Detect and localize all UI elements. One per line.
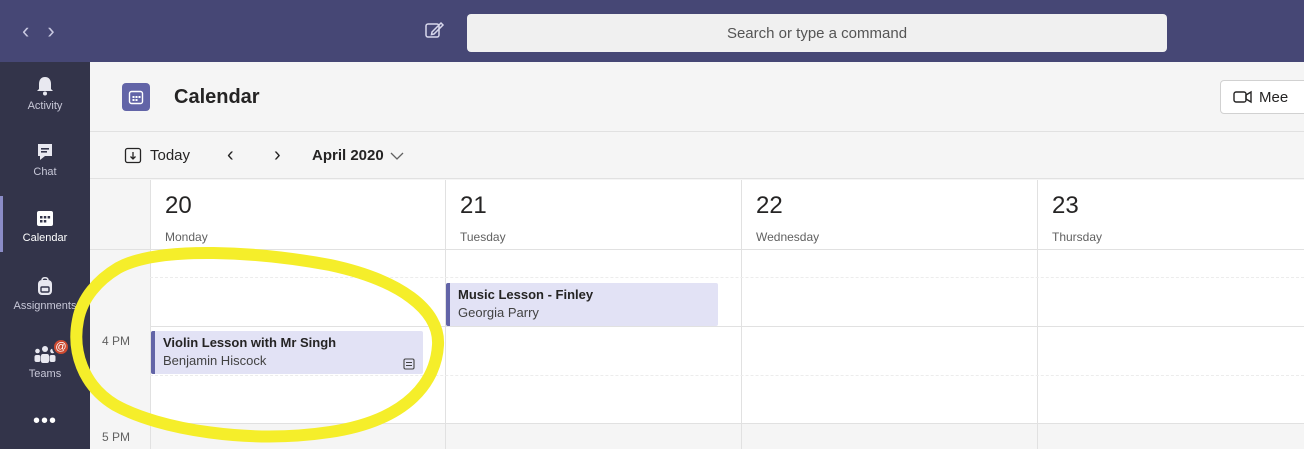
page-title: Calendar — [174, 86, 260, 108]
rail-item-assignments[interactable]: Assignments — [0, 276, 90, 312]
meet-now-button[interactable]: Mee — [1220, 80, 1304, 114]
day-column-divider — [445, 250, 446, 449]
rail-item-teams[interactable]: Teams @ — [0, 338, 90, 380]
more-apps-button[interactable]: ••• — [0, 411, 90, 431]
next-week-button[interactable]: › — [274, 144, 281, 167]
month-picker[interactable]: April 2020 — [312, 147, 404, 164]
rail-item-chat[interactable]: Chat — [0, 142, 90, 178]
next-hour-band — [150, 423, 1304, 449]
meet-now-label: Mee — [1259, 88, 1289, 106]
week-grid: 20 Monday 21 Tuesday 22 Wednesday 23 Thu… — [90, 180, 1304, 449]
today-label: Today — [150, 146, 191, 164]
calendar-app-icon — [122, 83, 150, 111]
calendar-today-icon — [124, 147, 142, 164]
rail-label: Calendar — [22, 232, 68, 244]
rail-label: Activity — [27, 100, 63, 112]
time-label: 4 PM — [102, 334, 131, 348]
day-column-divider — [741, 250, 742, 449]
day-header[interactable]: 23 Thursday — [1037, 180, 1304, 250]
previous-week-button[interactable]: ‹ — [227, 144, 234, 167]
top-bar: ‹ › Search or type a command — [0, 0, 1304, 62]
day-number: 20 — [165, 192, 192, 219]
half-hour-line — [150, 277, 1304, 278]
calendar-toolbar: Today ‹ › April 2020 — [90, 133, 1304, 179]
time-gutter — [90, 250, 150, 449]
day-name: Wednesday — [756, 230, 820, 244]
event-title: Violin Lesson with Mr Singh — [163, 335, 337, 350]
mention-badge: @ — [52, 338, 70, 356]
day-number: 21 — [460, 192, 487, 219]
day-number: 22 — [756, 192, 783, 219]
day-header[interactable]: 20 Monday — [150, 180, 445, 250]
rail-label: Teams — [28, 368, 62, 380]
rail-item-calendar[interactable]: Calendar — [0, 208, 90, 244]
day-name: Monday — [165, 230, 208, 244]
time-label: 5 PM — [102, 430, 131, 444]
hour-line — [150, 326, 1304, 327]
chevron-down-icon — [390, 152, 404, 160]
event-title: Music Lesson - Finley — [458, 287, 594, 302]
history-nav: ‹ › — [22, 20, 55, 42]
month-label: April 2020 — [312, 147, 384, 164]
day-header[interactable]: 22 Wednesday — [741, 180, 1037, 250]
today-button[interactable]: Today — [124, 146, 190, 164]
calendar-header: Calendar Mee — [90, 62, 1304, 132]
day-column-divider — [1037, 250, 1038, 449]
compose-icon[interactable] — [422, 18, 446, 42]
search-placeholder: Search or type a command — [726, 24, 908, 42]
event-organizer: Benjamin Hiscock — [163, 353, 267, 368]
day-header[interactable]: 21 Tuesday — [445, 180, 741, 250]
day-number: 23 — [1052, 192, 1079, 219]
event-organizer: Georgia Parry — [458, 305, 539, 320]
chat-icon — [38, 144, 52, 160]
teams-app: ‹ › Search or type a command Activity Ch… — [0, 0, 1304, 449]
forward-button[interactable]: › — [47, 20, 54, 42]
back-button[interactable]: ‹ — [22, 20, 29, 42]
backpack-icon — [38, 276, 52, 295]
rail-label: Chat — [33, 166, 57, 178]
rail-item-activity[interactable]: Activity — [0, 76, 90, 112]
time-gutter-header — [90, 180, 150, 250]
rail-label: Assignments — [13, 300, 77, 312]
day-name: Tuesday — [460, 230, 506, 244]
app-rail: Activity Chat Calendar Assignments Teams… — [0, 62, 90, 449]
meeting-notes-icon — [403, 358, 415, 370]
calendar-icon — [37, 211, 53, 226]
bell-icon — [37, 77, 53, 96]
search-input[interactable]: Search or type a command — [467, 14, 1167, 52]
event-violin-lesson[interactable]: Violin Lesson with Mr Singh Benjamin His… — [151, 331, 423, 374]
half-hour-line — [150, 375, 1304, 376]
video-camera-icon — [1233, 90, 1252, 104]
hour-line — [150, 423, 1304, 424]
event-music-lesson[interactable]: Music Lesson - Finley Georgia Parry — [446, 283, 718, 326]
day-name: Thursday — [1052, 230, 1103, 244]
